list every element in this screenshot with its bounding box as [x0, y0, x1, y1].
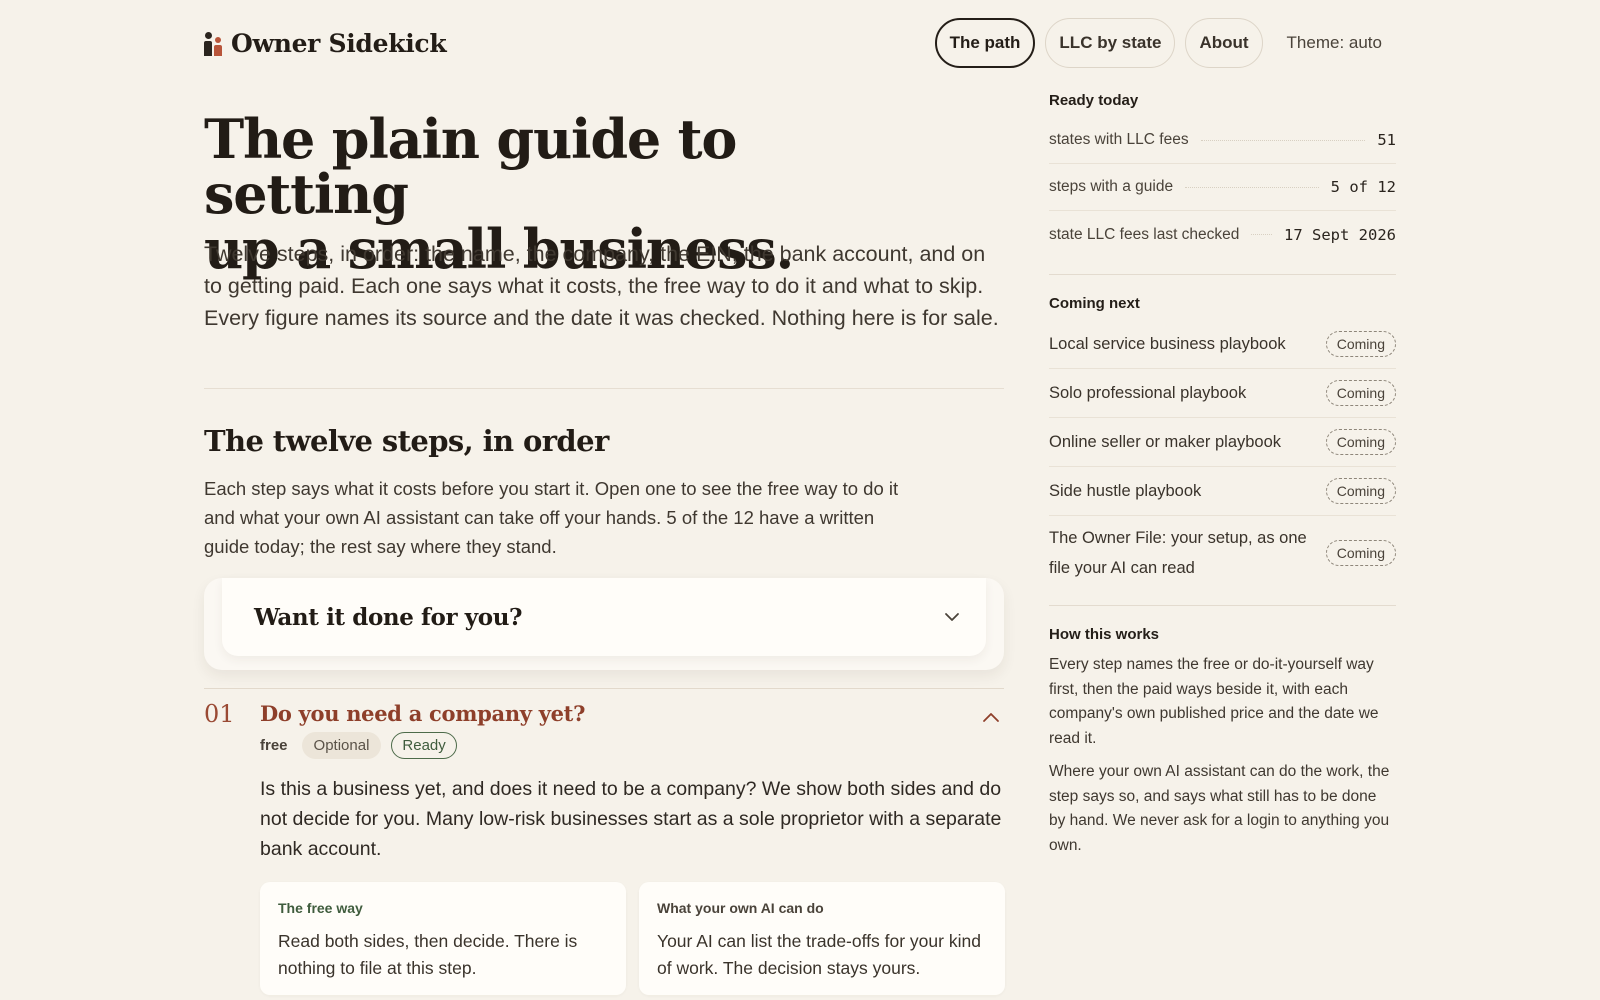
coming-item-label: Solo professional playbook — [1049, 384, 1247, 402]
chevron-up-icon[interactable] — [982, 710, 1000, 724]
brand-logo-link[interactable]: Owner Sidekick — [204, 28, 447, 58]
main-nav: The path LLC by state About Theme: auto — [934, 18, 1396, 68]
stat-label: states with LLC fees — [1049, 131, 1189, 148]
step-cost: free — [260, 737, 288, 754]
ready-today-heading: Ready today — [1049, 92, 1139, 109]
chevron-down-icon — [945, 613, 959, 621]
brand-name: Owner Sidekick — [231, 28, 447, 58]
nav-the-path[interactable]: The path — [934, 18, 1036, 68]
stat-row: steps with a guide 5 of 12 — [1049, 164, 1396, 211]
hero-lede: Twelve steps, in order: the name, the co… — [204, 242, 999, 330]
dotted-leader — [1185, 186, 1319, 188]
coming-item-label: The Owner File: your setup, as one file … — [1049, 529, 1307, 577]
coming-badge: Coming — [1325, 380, 1396, 406]
done-for-you-toggle[interactable]: Want it done for you? — [222, 578, 986, 656]
stat-row: states with LLC fees 51 — [1049, 117, 1396, 164]
coming-item[interactable]: Solo professional playbook Coming — [1049, 369, 1396, 418]
ai-can-do-label: What your own AI can do — [657, 900, 824, 916]
nav-llc-by-state[interactable]: LLC by state — [1045, 18, 1176, 68]
coming-badge: Coming — [1325, 331, 1396, 357]
page-title-line-1: The plain guide to setting — [204, 107, 737, 226]
how-it-works-paragraph: Where your own AI assistant can do the w… — [1049, 763, 1390, 854]
stat-label: state LLC fees last checked — [1049, 225, 1240, 243]
section-divider — [204, 388, 1004, 389]
stat-value: 5 of 12 — [1330, 178, 1396, 196]
coming-next-heading: Coming next — [1049, 295, 1140, 312]
owner-figures-icon — [204, 30, 222, 56]
coming-badge: Coming — [1325, 429, 1396, 455]
stat-value: 51 — [1377, 131, 1396, 149]
coming-item[interactable]: The Owner File: your setup, as one file … — [1049, 516, 1396, 590]
stat-value: 17 Sept 2026 — [1284, 225, 1396, 244]
ai-can-do-card: What your own AI can do Your AI can list… — [639, 882, 1005, 995]
step-number: 01 — [204, 700, 235, 728]
stat-label: steps with a guide — [1049, 178, 1174, 195]
sidebar-divider — [1049, 274, 1396, 275]
theme-toggle[interactable]: Theme: auto — [1273, 33, 1396, 53]
steps-section-title: The twelve steps, in order — [204, 424, 609, 458]
done-for-you-card: Want it done for you? — [204, 578, 1004, 670]
step-meta: free Optional Ready — [260, 732, 457, 759]
coming-badge: Coming — [1325, 540, 1396, 566]
coming-item-label: Local service business playbook — [1049, 335, 1286, 353]
coming-item[interactable]: Online seller or maker playbook Coming — [1049, 418, 1396, 467]
free-way-card: The free way Read both sides, then decid… — [260, 882, 626, 995]
coming-item[interactable]: Local service business playbook Coming — [1049, 320, 1396, 369]
optional-badge: Optional — [301, 732, 382, 759]
free-way-text: Read both sides, then decide. There is n… — [278, 931, 578, 978]
free-way-label: The free way — [278, 900, 363, 916]
coming-item-label: Side hustle playbook — [1049, 482, 1202, 500]
site-header: Owner Sidekick The path LLC by state Abo… — [204, 17, 1396, 69]
step-body: Is this a business yet, and does it need… — [260, 778, 1002, 860]
how-it-works-paragraph: Every step names the free or do-it-yours… — [1049, 656, 1379, 747]
dotted-leader — [1200, 139, 1366, 141]
done-for-you-title: Want it done for you? — [254, 603, 523, 631]
coming-item-label: Online seller or maker playbook — [1049, 433, 1282, 451]
step-title[interactable]: Do you need a company yet? — [260, 701, 860, 726]
coming-item[interactable]: Side hustle playbook Coming — [1049, 467, 1396, 516]
dotted-leader — [1251, 234, 1273, 235]
how-it-works-heading: How this works — [1049, 626, 1160, 643]
nav-about[interactable]: About — [1185, 18, 1263, 68]
ready-badge: Ready — [391, 732, 457, 759]
step-divider — [204, 688, 1004, 689]
coming-badge: Coming — [1325, 478, 1396, 504]
stat-row: state LLC fees last checked 17 Sept 2026 — [1049, 211, 1396, 258]
ai-can-do-text: Your AI can list the trade-offs for your… — [657, 931, 981, 978]
sidebar-divider — [1049, 605, 1396, 606]
steps-section-intro: Each step says what it costs before you … — [204, 478, 899, 557]
sidebar: Ready today states with LLC fees 51 step… — [1049, 92, 1396, 858]
